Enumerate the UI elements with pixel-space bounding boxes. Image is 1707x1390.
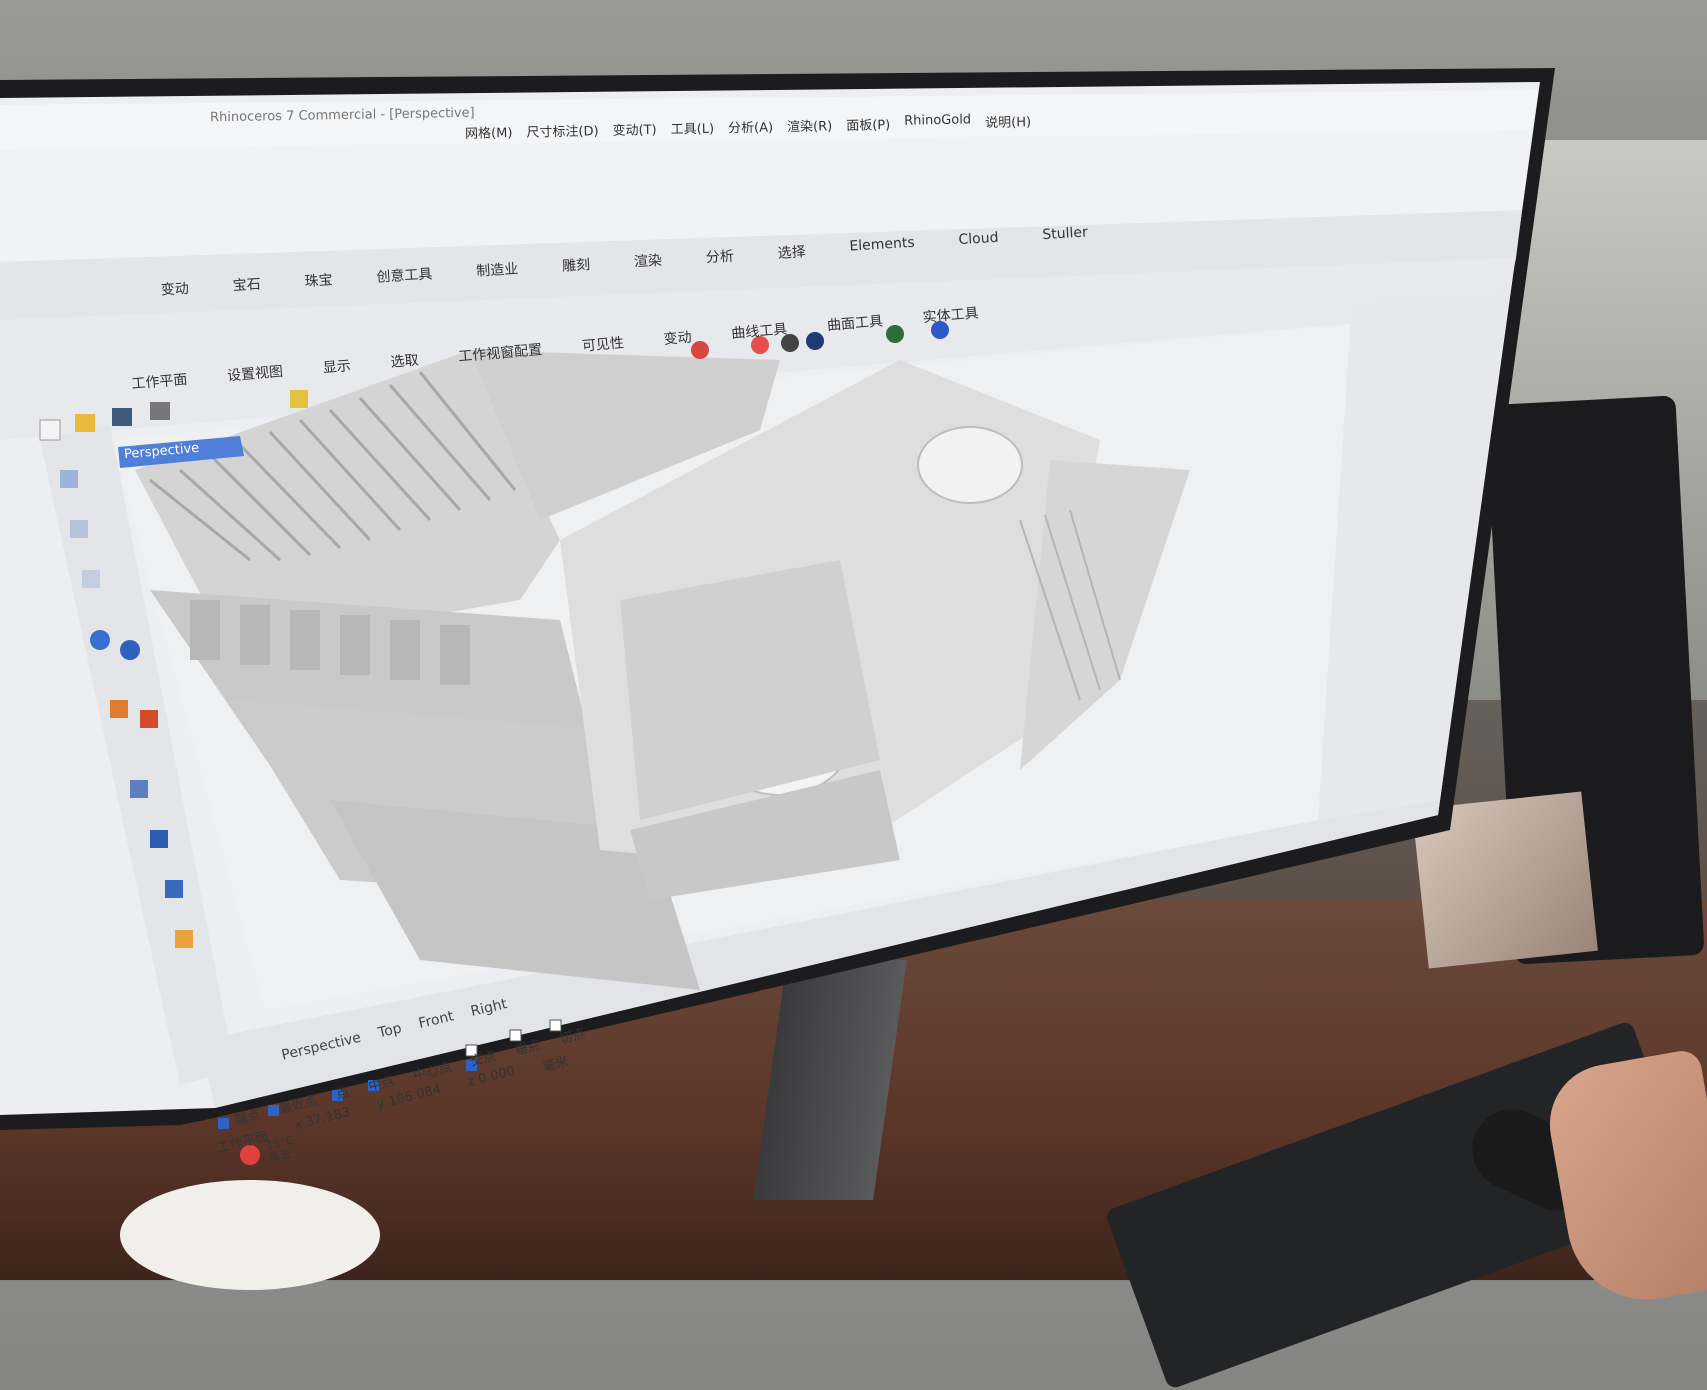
monitor: Rhinoceros 7 Commercial - [Perspective] … (0, 0, 1707, 1280)
tab-manufacturing[interactable]: 制造业 (476, 258, 519, 280)
tab-render[interactable]: 渲染 (633, 250, 663, 272)
osnap-point[interactable]: 点 (334, 1081, 351, 1103)
menu-item-help[interactable]: 说明(H) (985, 111, 1031, 131)
menu-item-panels[interactable]: 面板(P) (846, 114, 890, 134)
group-select[interactable]: 选取 (390, 349, 420, 371)
group-display[interactable]: 显示 (322, 355, 352, 377)
tab-sculpt[interactable]: 雕刻 (562, 254, 591, 276)
tab-select[interactable]: 选择 (777, 241, 806, 263)
tab-jewelry[interactable]: 珠宝 (304, 269, 333, 291)
menu-item-mesh[interactable]: 网格(M) (465, 122, 513, 142)
tab-transform[interactable]: 变动 (160, 278, 189, 300)
tab-gems[interactable]: 宝石 (232, 274, 261, 296)
menu-item-rhinogold[interactable]: RhinoGold (904, 112, 971, 132)
tab-stuller[interactable]: Stuller (1042, 224, 1089, 247)
menu-item-analyze[interactable]: 分析(A) (728, 116, 773, 136)
group-transform[interactable]: 变动 (663, 327, 693, 349)
group-visibility[interactable]: 可见性 (581, 332, 625, 355)
tab-elements[interactable]: Elements (849, 235, 915, 259)
tab-cloud[interactable]: Cloud (958, 230, 999, 252)
tab-analyze[interactable]: 分析 (705, 246, 734, 268)
menu-item-dimension[interactable]: 尺寸标注(D) (526, 120, 598, 141)
menu-item-transform[interactable]: 变动(T) (612, 119, 656, 139)
menu-item-tools[interactable]: 工具(L) (670, 118, 715, 138)
menu-item-render[interactable]: 渲染(R) (787, 115, 832, 135)
tab-creative-tools[interactable]: 创意工具 (376, 263, 433, 286)
